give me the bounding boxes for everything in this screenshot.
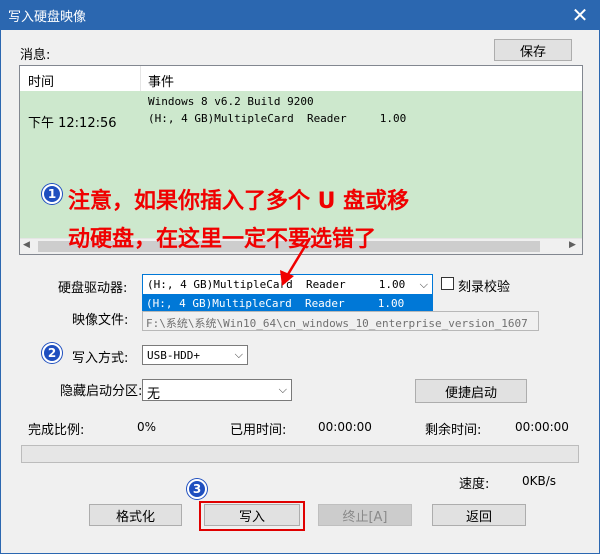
close-icon[interactable]: ✕ (560, 0, 600, 30)
write-mode-value: USB-HDD+ (147, 349, 200, 362)
image-file-label: 映像文件: (72, 313, 129, 328)
verify-checkbox[interactable] (441, 277, 454, 290)
drive-label: 硬盘驱动器: (58, 281, 128, 296)
messages-label: 消息: (20, 48, 51, 63)
image-file-field[interactable]: F:\系统\系统\Win10_64\cn_windows_10_enterpri… (142, 311, 539, 331)
log-row-event: (H:, 4 GB)MultipleCard Reader 1.00 (148, 112, 407, 125)
write-button[interactable]: 写入 (204, 504, 300, 526)
write-mode-label: 写入方式: (72, 351, 129, 366)
progress-bar (21, 445, 579, 463)
window-title: 写入硬盘映像 (8, 10, 87, 25)
speed-value: 0KB/s (522, 474, 557, 488)
elapsed-value: 00:00:00 (318, 420, 372, 434)
hidden-partition-value: 无 (147, 387, 161, 402)
image-file-value: F:\系统\系统\Win10_64\cn_windows_10_enterpri… (146, 317, 528, 330)
hidden-partition-label: 隐藏启动分区: (60, 384, 143, 399)
title-bar (0, 0, 600, 30)
remaining-value: 00:00:00 (515, 420, 569, 434)
scroll-right-icon[interactable]: ▶ (569, 240, 576, 250)
verify-label[interactable]: 刻录校验 (458, 276, 510, 295)
write-mode-select[interactable]: USB-HDD+ ⌵ (142, 345, 248, 365)
column-time-header[interactable]: 时间 (28, 71, 54, 90)
step-2-badge: 2 (42, 343, 62, 363)
stop-button[interactable]: 终止[A] (318, 504, 412, 526)
drive-option-label: (H:, 4 GB)MultipleCard Reader 1.00 (146, 297, 405, 310)
back-button[interactable]: 返回 (432, 504, 526, 526)
speed-label: 速度: (459, 477, 490, 492)
elapsed-label: 已用时间: (230, 423, 287, 438)
step-3-badge: 3 (187, 479, 207, 499)
step-1-badge: 1 (42, 184, 62, 204)
log-header (20, 66, 582, 92)
format-button[interactable]: 格式化 (89, 504, 182, 526)
remaining-label: 剩余时间: (425, 423, 482, 438)
completion-value: 0% (137, 420, 157, 434)
annotation-arrow (280, 237, 312, 286)
drive-option[interactable]: (H:, 4 GB)MultipleCard Reader 1.00 (142, 295, 433, 311)
chevron-down-icon: ⌵ (278, 383, 287, 396)
chevron-down-icon: ⌵ (234, 348, 243, 361)
log-row-time: 下午 12:12:56 (28, 116, 117, 131)
save-button[interactable]: 保存 (494, 39, 572, 61)
annotation-note-line1: 注意，如果你插入了多个 U 盘或移 (68, 189, 410, 214)
scroll-left-icon[interactable]: ◀ (23, 240, 30, 250)
chevron-down-icon: ⌵ (419, 277, 428, 291)
column-event-header[interactable]: 事件 (148, 71, 174, 90)
completion-label: 完成比例: (28, 423, 85, 438)
log-row-event: Windows 8 v6.2 Build 9200 (148, 95, 314, 108)
hidden-partition-select[interactable]: 无 ⌵ (142, 379, 292, 402)
quick-boot-button[interactable]: 便捷启动 (415, 379, 527, 403)
column-divider (140, 66, 141, 91)
